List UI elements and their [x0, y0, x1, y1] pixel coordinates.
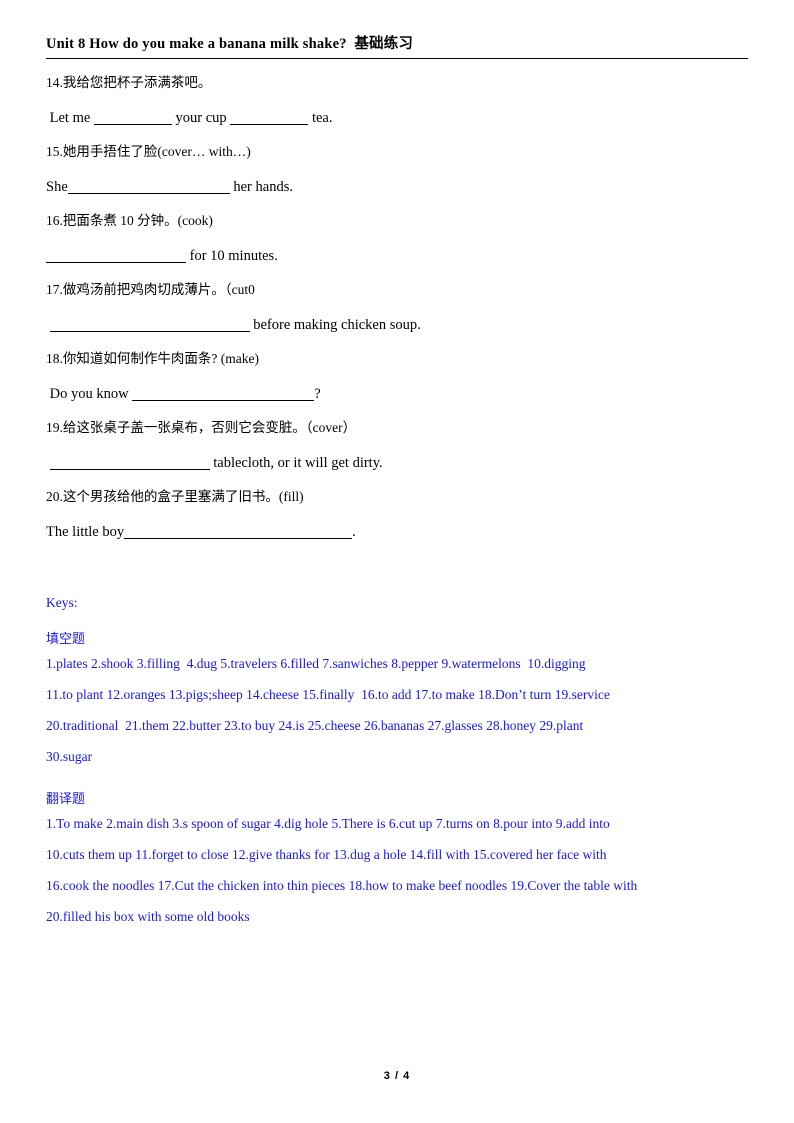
question-prompt: 20.这个男孩给他的盒子里塞满了旧书。(fill)	[46, 489, 304, 504]
answer-text: tablecloth, or it will get dirty.	[209, 455, 383, 471]
answer-key-group: 翻译题 1.To make 2.main dish 3.s spoon of su…	[46, 790, 748, 932]
answer-text: tea.	[308, 110, 333, 126]
answer-key-line: 16.cook the noodles 17.Cut the chicken i…	[46, 878, 638, 893]
answer-blank[interactable]	[93, 110, 172, 125]
header-divider	[46, 58, 748, 59]
answer-key-group-title: 填空题	[46, 631, 86, 646]
question-answer-line: She her hands.	[46, 177, 748, 197]
answer-key-group-title: 翻译题	[46, 791, 86, 806]
answer-blank[interactable]	[230, 110, 309, 125]
answer-blank[interactable]	[49, 317, 250, 332]
question-prompt: 15.她用手捂住了脸(cover… with…)	[46, 144, 251, 159]
answer-text: The little boy	[46, 524, 125, 540]
answer-key-line: 11.to plant 12.oranges 13.pigs;sheep 14.…	[46, 687, 610, 702]
answer-key-line: 30.sugar	[46, 749, 93, 764]
question-answer-line: The little boy.	[46, 522, 748, 542]
answer-text: your cup	[171, 110, 231, 126]
question-answer-line: Let me your cup tea.	[46, 108, 748, 128]
question-block: 19.给这张桌子盖一张桌布，否则它会变脏。（cover） tablecloth,…	[46, 419, 748, 473]
page-number: 3 / 4	[383, 1070, 411, 1082]
question-block: 20.这个男孩给他的盒子里塞满了旧书。(fill) The little boy.	[46, 488, 748, 542]
question-prompt: 18.你知道如何制作牛肉面条? (make)	[46, 351, 259, 366]
answer-text: Let me	[46, 110, 94, 126]
question-answer-line: before making chicken soup.	[46, 315, 748, 335]
answer-keys-section: Keys: 填空题 1.plates 2.shook 3.filling 4.du…	[46, 594, 748, 932]
question-prompt: 16.把面条煮 10 分钟。(cook)	[46, 213, 213, 228]
question-block: 18.你知道如何制作牛肉面条? (make) Do you know ?	[46, 350, 748, 404]
question-prompt: 19.给这张桌子盖一张桌布，否则它会变脏。（cover）	[46, 420, 357, 435]
answer-key-line: 10.cuts them up 11.forget to close 12.gi…	[46, 847, 607, 862]
answer-text: her hands.	[229, 179, 293, 195]
answer-key-line: 1.To make 2.main dish 3.s spoon of sugar…	[46, 816, 610, 831]
answer-text: before making chicken soup.	[249, 317, 421, 333]
question-prompt: 14.我给您把杯子添满茶吧。	[46, 75, 212, 90]
answer-key-line: 20.traditional 21.them 22.butter 23.to b…	[46, 718, 584, 733]
page-title: Unit 8 How do you make a banana milk sha…	[46, 36, 414, 52]
page-header: Unit 8 How do you make a banana milk sha…	[46, 0, 748, 59]
answer-blank[interactable]	[46, 248, 186, 263]
question-prompt: 17.做鸡汤前把鸡肉切成薄片。（cut0	[46, 282, 255, 297]
answer-blank[interactable]	[124, 524, 353, 539]
questions-list: 14.我给您把杯子添满茶吧。 Let me your cup tea. 15.她用…	[46, 74, 748, 542]
answer-key-line: 20.filled his box with some old books	[46, 909, 250, 924]
question-block: 16.把面条煮 10 分钟。(cook) for 10 minutes.	[46, 212, 748, 266]
answer-blank[interactable]	[132, 386, 315, 401]
answer-key-line: 1.plates 2.shook 3.filling 4.dug 5.trave…	[46, 656, 586, 671]
answer-blank[interactable]	[67, 179, 230, 194]
answer-text: ?	[314, 386, 321, 402]
answer-key-group: 填空题 1.plates 2.shook 3.filling 4.dug 5.tr…	[46, 630, 748, 772]
answer-keys-title: Keys:	[46, 595, 78, 610]
answer-text: Do you know	[46, 386, 133, 402]
question-answer-line: for 10 minutes.	[46, 246, 748, 266]
question-block: 14.我给您把杯子添满茶吧。 Let me your cup tea.	[46, 74, 748, 128]
answer-blank[interactable]	[49, 455, 210, 470]
question-answer-line: tablecloth, or it will get dirty.	[46, 453, 748, 473]
question-block: 17.做鸡汤前把鸡肉切成薄片。（cut0 before making chick…	[46, 281, 748, 335]
question-block: 15.她用手捂住了脸(cover… with…) She her hands.	[46, 143, 748, 197]
answer-text: .	[352, 524, 356, 540]
question-answer-line: Do you know ?	[46, 384, 748, 404]
answer-text: for 10 minutes.	[186, 248, 278, 264]
answer-keys-body: 填空题 1.plates 2.shook 3.filling 4.dug 5.tr…	[46, 630, 748, 932]
answer-text: She	[46, 179, 68, 195]
worksheet-page: Unit 8 How do you make a banana milk sha…	[0, 0, 794, 1123]
